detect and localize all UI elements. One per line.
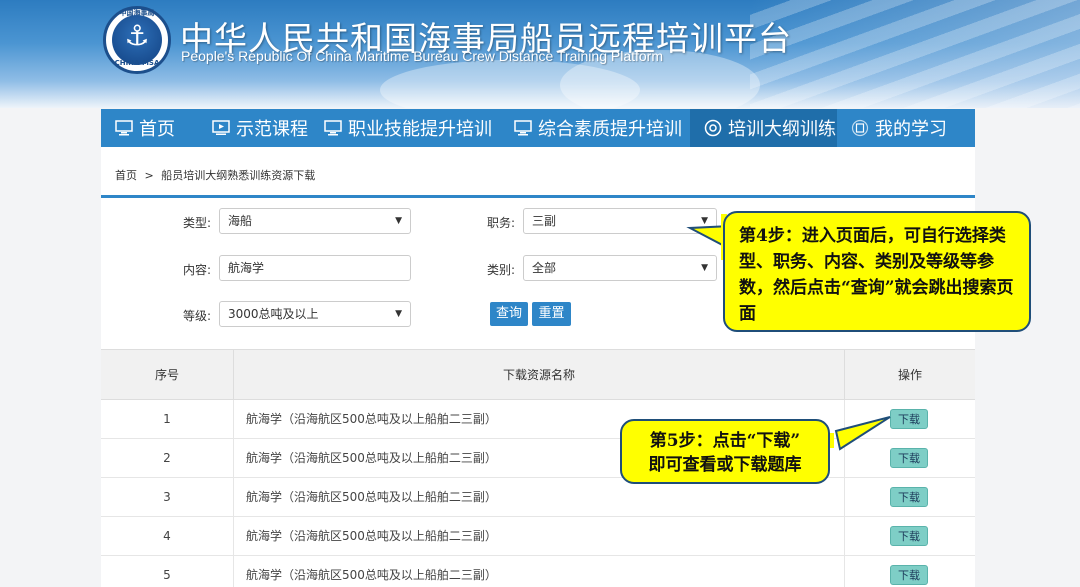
book-icon — [851, 119, 869, 137]
download-button[interactable]: 下载 — [890, 409, 928, 429]
chevron-down-icon: ▼ — [395, 216, 402, 226]
table-row: 2 航海学（沿海航区500总吨及以上船舶二三副） 下载 — [101, 439, 975, 478]
type-select[interactable]: 海船 ▼ — [219, 208, 411, 234]
monitor-icon — [324, 120, 342, 136]
position-select-value: 三副 — [532, 214, 557, 228]
grade-select[interactable]: 3000总吨及以上 ▼ — [219, 301, 411, 327]
chevron-down-icon: ▼ — [701, 263, 708, 273]
callout-step4-box: 第4步：进入页面后，可自行选择类型、职务、内容、类别及等级等参数，然后点击“查询… — [723, 211, 1031, 332]
target-icon — [704, 119, 722, 137]
table-header: 序号 下载资源名称 操作 — [101, 350, 975, 400]
breadcrumb: 首页 > 船员培训大纲熟悉训练资源下载 — [115, 167, 315, 183]
row-number: 5 — [101, 556, 234, 587]
breadcrumb-home[interactable]: 首页 — [115, 169, 137, 182]
monitor-icon — [115, 120, 133, 136]
resource-name: 航海学（沿海航区500总吨及以上船舶二三副） — [234, 517, 845, 556]
type-select-value: 海船 — [228, 214, 253, 228]
logo-emblem: ⚓ — [112, 15, 162, 65]
col-header-name: 下载资源名称 — [234, 350, 845, 400]
col-header-action: 操作 — [897, 368, 922, 382]
category-label: 类别: — [486, 263, 515, 277]
col-header-no: 序号 — [101, 350, 234, 400]
msa-logo[interactable]: 中国海事局 ⚓ CHINA MSA — [103, 6, 171, 74]
position-label: 职务: — [486, 216, 515, 230]
nav-item-my-learning[interactable]: 我的学习 — [837, 109, 964, 147]
resources-table: 序号 下载资源名称 操作 1 航海学（沿海航区500总吨及以上船舶二三副） 下载… — [101, 349, 975, 587]
download-button[interactable]: 下载 — [890, 448, 928, 468]
row-number: 4 — [101, 517, 234, 556]
download-button[interactable]: 下载 — [890, 565, 928, 585]
breadcrumb-current: 船员培训大纲熟悉训练资源下载 — [161, 169, 316, 182]
table-row: 5 航海学（沿海航区500总吨及以上船舶二三副） 下载 — [101, 556, 975, 587]
type-label: 类型: — [182, 216, 211, 230]
table-row: 3 航海学（沿海航区500总吨及以上船舶二三副） 下载 — [101, 478, 975, 517]
download-button[interactable]: 下载 — [890, 526, 928, 546]
main-nav: 首页 示范课程 职业技能提升培训 综合素质提升培训 培训大纲训练 我的学习 — [101, 109, 975, 147]
video-icon — [212, 120, 230, 136]
nav-label: 培训大纲训练 — [728, 119, 836, 140]
nav-item-demo-courses[interactable]: 示范课程 — [198, 109, 310, 147]
position-select[interactable]: 三副 ▼ — [523, 208, 717, 234]
nav-label: 综合素质提升培训 — [538, 119, 682, 140]
chevron-down-icon: ▼ — [701, 216, 708, 226]
grade-label: 等级: — [182, 309, 211, 323]
nav-label: 职业技能提升培训 — [348, 119, 492, 140]
logo-en-text: CHINA MSA — [114, 59, 160, 67]
row-number: 3 — [101, 478, 234, 517]
chevron-down-icon: ▼ — [395, 309, 402, 319]
breadcrumb-separator: > — [144, 169, 154, 182]
table-row: 4 航海学（沿海航区500总吨及以上船舶二三副） 下载 — [101, 517, 975, 556]
site-subtitle: People's Republic Of China Maritime Bure… — [181, 48, 663, 64]
banner-flag — [750, 0, 1080, 108]
callout-step5-box: 第5步：点击“下载” 即可查看或下载题库 — [620, 419, 830, 484]
download-button[interactable]: 下载 — [890, 487, 928, 507]
category-select-value: 全部 — [532, 261, 557, 275]
category-select[interactable]: 全部 ▼ — [523, 255, 717, 281]
resource-name: 航海学（沿海航区500总吨及以上船舶二三副） — [234, 556, 845, 587]
nav-item-home[interactable]: 首页 — [101, 109, 198, 147]
table-row: 1 航海学（沿海航区500总吨及以上船舶二三副） 下载 — [101, 400, 975, 439]
content-input[interactable]: 航海学 — [219, 255, 411, 281]
content-label: 内容: — [182, 263, 211, 277]
nav-label: 首页 — [139, 119, 175, 140]
monitor-icon — [514, 120, 532, 136]
section-divider — [101, 195, 975, 198]
header-banner: 中国海事局 ⚓ CHINA MSA 中华人民共和国海事局船员远程培训平台 Peo… — [0, 0, 1080, 108]
row-number: 2 — [101, 439, 234, 478]
callout-step5-line2: 即可查看或下载题库 — [648, 455, 802, 475]
nav-item-syllabus-training[interactable]: 培训大纲训练 — [690, 109, 837, 147]
anchor-icon: ⚓ — [124, 19, 150, 52]
nav-label: 示范课程 — [236, 119, 308, 140]
reset-button[interactable]: 重置 — [532, 302, 571, 326]
callout-step5-line1: 第5步：点击“下载” — [649, 431, 801, 451]
nav-item-skills-training[interactable]: 职业技能提升培训 — [310, 109, 500, 147]
nav-item-quality-training[interactable]: 综合素质提升培训 — [500, 109, 690, 147]
grade-select-value: 3000总吨及以上 — [228, 307, 319, 321]
row-number: 1 — [101, 400, 234, 439]
query-button[interactable]: 查询 — [490, 302, 528, 326]
nav-label: 我的学习 — [875, 119, 947, 140]
